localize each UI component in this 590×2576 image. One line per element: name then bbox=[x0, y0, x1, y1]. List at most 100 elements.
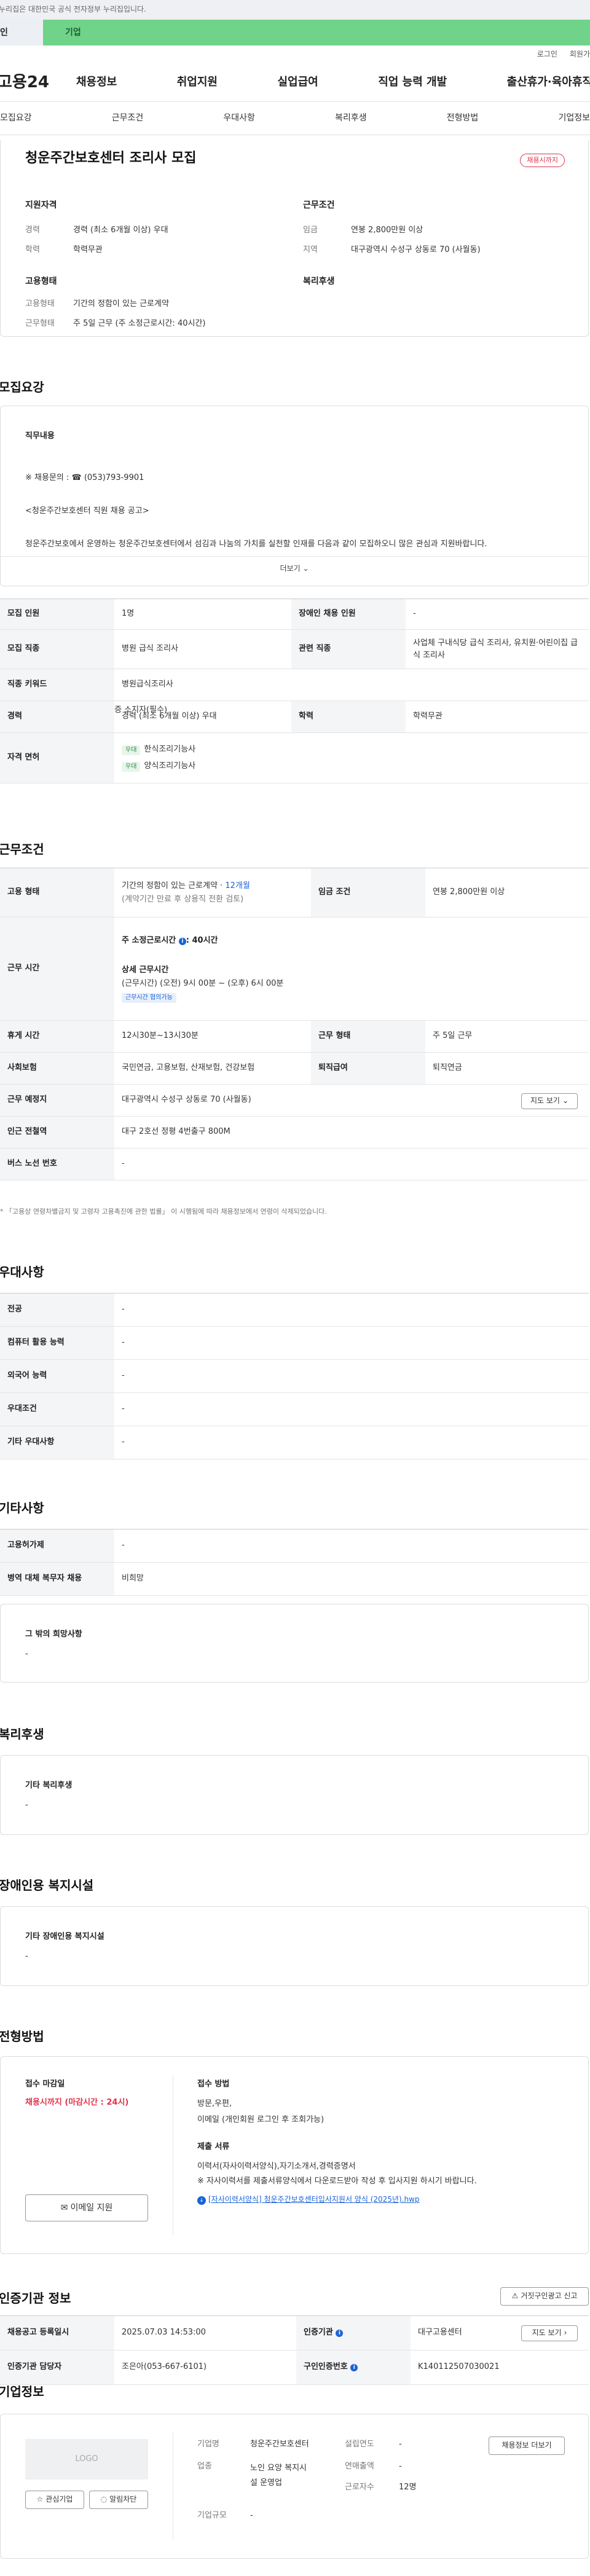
global-nav: 고용24 채용정보 취업지원 실업급여 직업 능력 개발 출산휴가·육아휴직 bbox=[0, 64, 590, 102]
job-summary-card: 청운주간보호센터 조리사 모집 채용시까지 지원자격 경력 경력 (최소 6개월 … bbox=[0, 140, 589, 337]
industry-line: 설 운영업 bbox=[250, 2478, 282, 2488]
file-link[interactable]: ↓ [자사이력서양식] 청운주간보호센터입사지원서 양식 (2025년).hwp bbox=[197, 2194, 419, 2205]
tab-work[interactable]: 근무조건 bbox=[112, 112, 144, 124]
computer-key: 컴퓨터 활용 능력 bbox=[0, 1326, 114, 1360]
reg-value: 2025.07.03 14:53:00 bbox=[114, 2315, 296, 2350]
tab-process[interactable]: 전형방법 bbox=[447, 112, 479, 124]
license-value: 우대 한식조리기능사 우대 양식조리기능사 bbox=[114, 732, 589, 783]
age-note: * 「고용상 연령차별금지 및 고령자 고용촉진에 관한 법률」 이 시행됨에 … bbox=[0, 1208, 327, 1215]
mail-icon: ✉ bbox=[60, 2202, 68, 2213]
more-jobs-button[interactable]: 채용정보 더보기 bbox=[489, 2437, 565, 2455]
etc-box-title: 그 밖의 희망사항 bbox=[25, 1630, 82, 1639]
worktype-value: 주 5일 근무 (주 소정근로시간: 40시간) bbox=[73, 319, 206, 328]
retire-value: 퇴직연금 bbox=[425, 1052, 589, 1085]
pref-chip: 우대 bbox=[122, 745, 141, 756]
info-icon[interactable]: i bbox=[350, 2364, 358, 2372]
industry-key: 업종 bbox=[197, 2462, 212, 2471]
emp-type: 고용형태 기간의 정함이 있는 근로계약 bbox=[25, 299, 169, 310]
block-alarm-button[interactable]: ◌ 알림차단 bbox=[89, 2491, 148, 2509]
company-box: LOGO ☆ 관심기업 ◌ 알림차단 기업명 청운주간보호센터 업종 노인 요양 복… bbox=[0, 2414, 589, 2559]
wage-value: 연봉 2,800만원 이상 bbox=[351, 226, 423, 235]
more-divider bbox=[1, 556, 588, 557]
method-key: 접수 방법 bbox=[197, 2079, 230, 2089]
email-apply-button[interactable]: ✉ 이메일 지원 bbox=[25, 2194, 148, 2221]
detail-hours-title: 상세 근무시간 bbox=[122, 965, 169, 975]
pref-section-title: 우대사항 bbox=[0, 1265, 44, 1279]
license-name: 양식조리기능사 bbox=[144, 761, 196, 771]
qual-edu: 학력 학력무관 bbox=[25, 245, 103, 256]
tab-personal[interactable]: 인 bbox=[0, 20, 43, 45]
gnb-item-training[interactable]: 직업 능력 개발 bbox=[378, 74, 447, 90]
gnb-item-unemployment[interactable]: 실업급여 bbox=[278, 74, 318, 90]
region-key: 지역 bbox=[303, 245, 318, 254]
benefit-section-title: 복리후생 bbox=[0, 1727, 44, 1742]
gnb-item-jobs[interactable]: 채용정보 bbox=[76, 74, 117, 90]
gnb-item-employment-support[interactable]: 취업지원 bbox=[177, 74, 218, 90]
work-type: 근무형태 주 5일 근무 (주 소정근로시간: 40시간) bbox=[25, 318, 205, 330]
disabled-key: 장애인 채용 인원 bbox=[291, 599, 406, 630]
tab-pref[interactable]: 우대사항 bbox=[223, 112, 255, 124]
org-key-label: 인증기관 bbox=[304, 2328, 333, 2338]
emptype-key: 고용형태 bbox=[25, 299, 55, 308]
career-key: 경력 bbox=[25, 226, 40, 235]
language-value: - bbox=[114, 1359, 589, 1393]
signup-link[interactable]: 회원가 bbox=[570, 49, 590, 60]
location-value: 대구광역시 수성구 상동로 70 (사월동) 지도 보기 ⌄ bbox=[114, 1084, 589, 1117]
military-value: 비희망 bbox=[114, 1562, 589, 1596]
sales-value: - bbox=[399, 2462, 402, 2471]
emp-title: 고용형태 bbox=[25, 277, 57, 286]
chevron-right-icon: › bbox=[564, 2328, 567, 2338]
edu-value: 학력무관 bbox=[73, 245, 103, 254]
gov-notice-bar: 누리집은 대한민국 공식 전자정부 누리집입니다. bbox=[0, 0, 590, 20]
site-logo[interactable]: 고용24 bbox=[0, 71, 76, 95]
wage-key: 임금 bbox=[303, 226, 318, 235]
tab-company[interactable]: 기업정보 bbox=[558, 112, 590, 124]
license-name: 한식조리기능사 bbox=[144, 744, 196, 754]
insurance-key: 사회보험 bbox=[0, 1052, 114, 1085]
org-map-button[interactable]: 지도 보기 › bbox=[521, 2325, 578, 2341]
bus-value: - bbox=[114, 1148, 589, 1180]
alarm-label: 알림차단 bbox=[109, 2495, 137, 2504]
edu-key2: 학력 bbox=[291, 701, 406, 733]
people-value: 1명 bbox=[114, 599, 291, 630]
subway-key: 인근 전철역 bbox=[0, 1116, 114, 1149]
docs-value1: 이력서(자사이력서양식),자기소개서,경력증명서 bbox=[197, 2162, 356, 2171]
cert-num-value: K140112507030021 bbox=[411, 2350, 589, 2385]
tab-benefit[interactable]: 복리후생 bbox=[335, 112, 367, 124]
disfac-box: 기타 장애인용 복지시설 - bbox=[0, 1906, 589, 1986]
pref-chip: 우대 bbox=[122, 761, 141, 772]
more-jobs-label: 채용정보 더보기 bbox=[502, 2441, 552, 2450]
week-hours: 주 소정근로시간 i: 40시간 bbox=[122, 934, 589, 948]
license-item: 우대 양식조리기능사 bbox=[122, 761, 589, 772]
work-time-key: 근무 시간 bbox=[0, 917, 114, 1021]
fav-company-button[interactable]: ☆ 관심기업 bbox=[25, 2491, 84, 2509]
gnb-item-leave[interactable]: 출산휴가·육아휴직 bbox=[507, 74, 590, 90]
more-button[interactable]: 더보기 ⌄ bbox=[1, 564, 588, 574]
welfare-title: 복리후생 bbox=[303, 277, 335, 286]
tab-company[interactable]: 기업 bbox=[43, 20, 590, 45]
false-ad-report-button[interactable]: ⚠ 거짓구인광고 신고 bbox=[500, 2287, 589, 2306]
employees-value: 12명 bbox=[399, 2483, 417, 2492]
detail-hours-value: (근무시간) (오전) 9시 00분 ~ (오후) 6시 00분 bbox=[122, 978, 284, 988]
pref-table: 전공 - 컴퓨터 활용 능력 - 외국어 능력 - 우대조건 - 기타 우대사항 - bbox=[0, 1293, 589, 1459]
org-value: 대구고용센터 지도 보기 › bbox=[411, 2315, 589, 2350]
etc-pref-value: - bbox=[114, 1426, 589, 1459]
license-key: 자격 면허 bbox=[0, 732, 114, 783]
wage-cond-value: 연봉 2,800만원 이상 bbox=[425, 868, 589, 917]
process-box: 접수 마감일 채용시까지 (마감시간 : 24시) ✉ 이메일 지원 접수 방법 … bbox=[0, 2056, 589, 2254]
chevron-down-icon: ⌄ bbox=[302, 564, 309, 573]
disfac-box-value: - bbox=[25, 1952, 28, 1961]
recruit-section-title: 모집요강 bbox=[0, 380, 44, 395]
career-key2: 경력 bbox=[0, 701, 114, 733]
bus-key: 버스 노선 번호 bbox=[0, 1148, 114, 1180]
tab-recruit[interactable]: 모집요강 bbox=[0, 112, 32, 124]
info-icon[interactable]: i bbox=[178, 937, 186, 945]
emptype-value: 기간의 정함이 있는 근로계약 bbox=[73, 299, 169, 308]
process-section-title: 전형방법 bbox=[0, 2029, 44, 2044]
info-icon[interactable]: i bbox=[336, 2330, 344, 2338]
map-button[interactable]: 지도 보기 ⌄ bbox=[521, 1093, 578, 1109]
section-tabs: 모집요강 근무조건 우대사항 복리후생 전형방법 기업정보 bbox=[0, 102, 590, 135]
login-link[interactable]: 로그인 bbox=[537, 49, 557, 60]
deadline-key: 접수 마감일 bbox=[25, 2079, 65, 2089]
manager-key: 인증기관 담당자 bbox=[0, 2350, 114, 2385]
